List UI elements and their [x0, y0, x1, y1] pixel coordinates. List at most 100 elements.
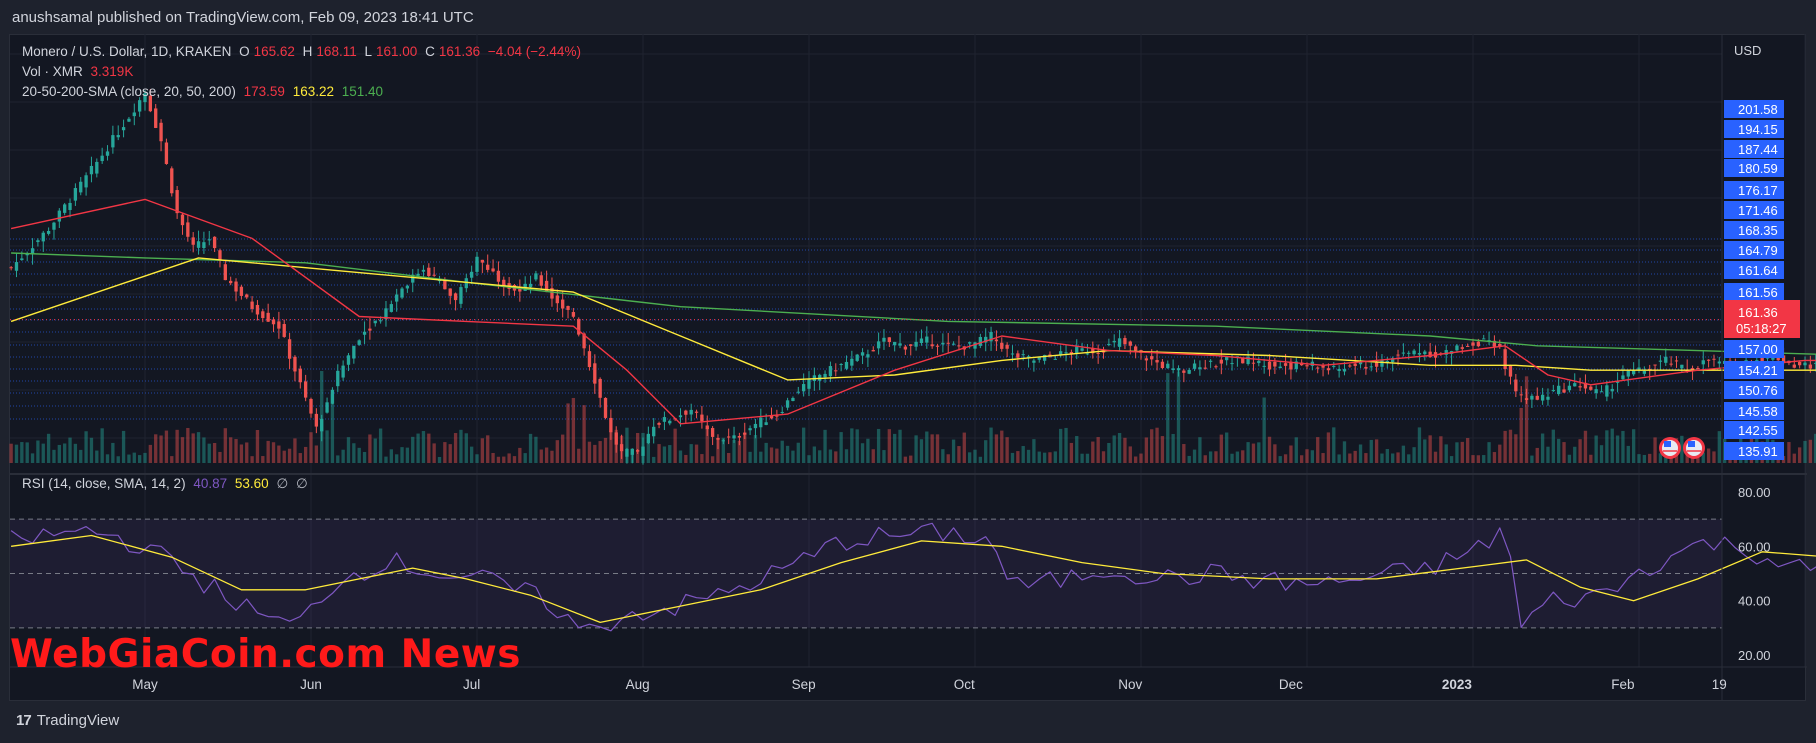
- volume-bar: [1053, 451, 1057, 463]
- sma20-value: 173.59: [243, 84, 285, 99]
- candle-up: [95, 161, 99, 174]
- volume-bar: [839, 432, 843, 463]
- volume-bar: [191, 433, 195, 463]
- volume-bar: [887, 429, 891, 463]
- candle-up: [528, 283, 533, 288]
- volume-bar: [143, 452, 147, 463]
- volume-bar: [1476, 455, 1481, 463]
- candle-down: [1283, 363, 1288, 366]
- candle-down: [930, 344, 934, 347]
- candle-down: [218, 250, 222, 261]
- volume-bar: [785, 445, 790, 463]
- candle-up: [807, 378, 811, 389]
- tradingview-footer[interactable]: 17 TradingView: [16, 712, 119, 729]
- volume-bar: [619, 435, 624, 463]
- candle-up: [389, 304, 393, 312]
- volume-bar: [41, 443, 45, 463]
- candle-down: [1155, 360, 1159, 363]
- volume-bar: [764, 442, 768, 463]
- candle-down: [1562, 389, 1566, 393]
- price-tick-label: 194.15: [1738, 122, 1778, 137]
- volume-bar: [1187, 455, 1191, 463]
- volume-bar: [1107, 442, 1111, 463]
- volume-bar: [1139, 453, 1143, 463]
- candle-up: [1407, 352, 1411, 354]
- volume-bar: [668, 445, 672, 463]
- candle-up: [341, 365, 345, 378]
- volume-bar: [1337, 454, 1341, 463]
- volume-bar: [678, 450, 683, 463]
- candle-down: [1792, 364, 1796, 368]
- volume-bar: [1374, 439, 1379, 463]
- candle-up: [1605, 385, 1609, 397]
- volume-label[interactable]: Vol · XMR: [22, 64, 83, 79]
- volume-bar: [1010, 452, 1015, 463]
- volume-bar: [496, 456, 501, 463]
- symbol-name[interactable]: Monero / U.S. Dollar, 1D, KRAKEN: [22, 44, 231, 59]
- sma-label[interactable]: 20-50-200-SMA (close, 20, 50, 200): [22, 84, 236, 99]
- volume-bar: [1037, 451, 1041, 463]
- volume-bar: [1289, 445, 1293, 463]
- candle-up: [1599, 391, 1604, 393]
- rsi-tick-label: 40.00: [1738, 594, 1771, 609]
- rsi-label[interactable]: RSI (14, close, SMA, 14, 2): [22, 476, 186, 491]
- candle-up: [844, 361, 849, 369]
- volume-bar: [250, 456, 254, 463]
- volume-bar: [20, 442, 24, 463]
- candle-down: [277, 321, 281, 329]
- candle-down: [154, 108, 158, 128]
- volume-bar: [459, 429, 463, 463]
- volume-bar: [893, 433, 897, 463]
- candle-up: [73, 188, 78, 201]
- volume-bar: [271, 442, 276, 463]
- price-tick-label: 171.46: [1738, 203, 1778, 218]
- candle-up: [352, 345, 356, 359]
- candle-up: [1187, 369, 1191, 374]
- candle-up: [1573, 383, 1577, 387]
- volume-bar: [1267, 436, 1272, 463]
- volume-bar: [1594, 435, 1598, 463]
- candle-up: [1423, 351, 1427, 355]
- volume-bar: [625, 427, 629, 463]
- volume-bar: [1198, 437, 1202, 463]
- volume-bar: [860, 443, 865, 463]
- candle-up: [357, 340, 361, 345]
- volume-bar: [170, 456, 174, 463]
- volume-bar: [721, 437, 725, 463]
- candle-up: [1610, 388, 1614, 392]
- volume-bar: [1648, 453, 1652, 463]
- volume-bar: [925, 431, 929, 463]
- price-tick-label: 135.91: [1738, 444, 1778, 459]
- volume-bar: [1101, 451, 1106, 463]
- volume-bar: [1706, 448, 1711, 463]
- candle-down: [555, 295, 559, 304]
- volume-bar: [1176, 371, 1181, 463]
- volume-bar: [330, 394, 335, 463]
- sma-legend: 20-50-200-SMA (close, 20, 50, 200) 173.5…: [22, 84, 387, 99]
- candle-down: [727, 436, 731, 438]
- candle-up: [1342, 369, 1347, 372]
- close-value: 161.36: [438, 44, 481, 59]
- candle-up: [464, 278, 468, 289]
- volume-bar: [411, 436, 415, 463]
- candle-down: [282, 324, 286, 337]
- volume-bar: [282, 450, 286, 463]
- volume-bar: [36, 440, 40, 463]
- volume-bar: [1578, 439, 1582, 463]
- volume-bar: [984, 440, 988, 463]
- volume-bar: [603, 437, 608, 463]
- volume-bar: [1637, 454, 1641, 463]
- volume-bar: [753, 434, 758, 463]
- volume-bar: [855, 429, 859, 463]
- volume-bar: [1433, 451, 1438, 463]
- volume-bar: [732, 440, 736, 463]
- candle-up: [828, 366, 833, 377]
- volume-bar: [780, 440, 784, 463]
- volume-bar: [834, 451, 838, 463]
- volume-bar: [710, 456, 715, 463]
- volume-bar: [63, 443, 67, 463]
- volume-bar: [898, 429, 902, 463]
- candle-down: [1000, 342, 1004, 349]
- volume-bar: [1787, 442, 1791, 463]
- candle-up: [1257, 360, 1261, 364]
